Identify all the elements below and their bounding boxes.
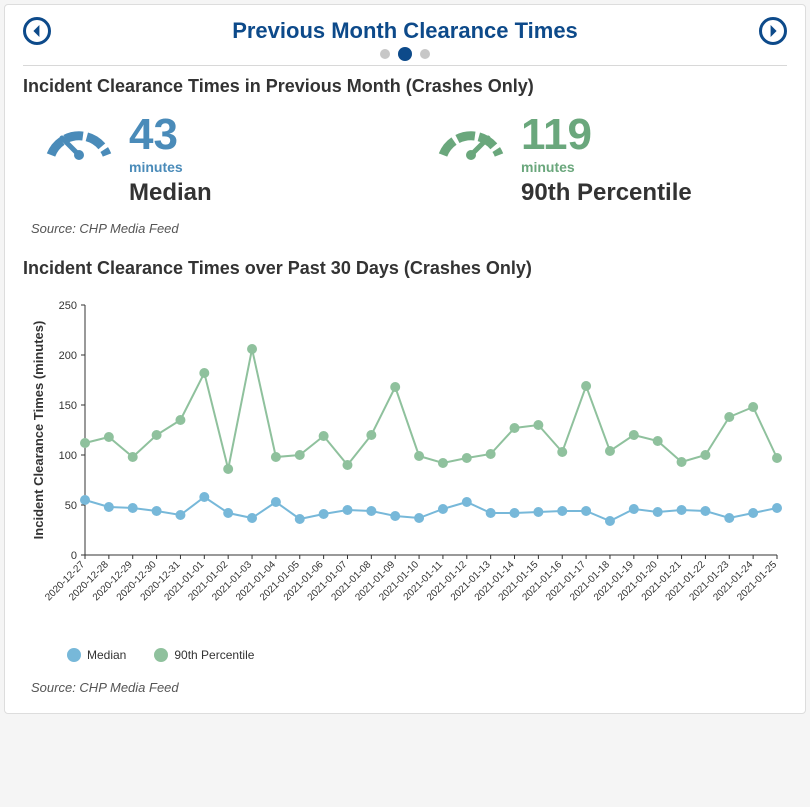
- svg-text:250: 250: [59, 300, 77, 312]
- line-chart: 0 50 100 150 200 250 Incident Clearance Times …: [27, 295, 787, 635]
- chart-legend: Median 90th Percentile: [27, 648, 787, 662]
- source-note-chart: Source: CHP Media Feed: [31, 680, 787, 695]
- page-dot[interactable]: [380, 49, 390, 59]
- kpi-pct-text: 119 minutes 90th Percentile: [521, 113, 692, 207]
- prev-page-button[interactable]: [23, 17, 51, 45]
- divider: [23, 65, 787, 66]
- kpi-median-unit: minutes: [129, 159, 212, 175]
- kpi-90th-percentile: 119 minutes 90th Percentile: [435, 113, 787, 207]
- page-indicator: [23, 49, 787, 61]
- legend-dot-icon: [154, 648, 168, 662]
- chevron-left-icon: [31, 25, 43, 37]
- legend-item-median: Median: [67, 648, 126, 662]
- svg-text:200: 200: [59, 350, 77, 362]
- chart-container: 0 50 100 150 200 250 Incident Clearance Times …: [23, 295, 787, 662]
- dashboard-card: Previous Month Clearance Times Incident …: [4, 4, 806, 714]
- legend-item-pct: 90th Percentile: [154, 648, 254, 662]
- legend-label-pct: 90th Percentile: [174, 648, 254, 662]
- page-dot-active[interactable]: [398, 47, 412, 61]
- legend-dot-icon: [67, 648, 81, 662]
- gauge-icon: [435, 113, 507, 163]
- chevron-right-icon: [767, 25, 779, 37]
- section-title-chart: Incident Clearance Times over Past 30 Da…: [23, 258, 787, 279]
- svg-text:0: 0: [71, 550, 77, 562]
- card-header: Previous Month Clearance Times: [23, 17, 787, 51]
- gauge-icon: [43, 113, 115, 163]
- kpi-pct-unit: minutes: [521, 159, 692, 175]
- kpi-pct-label: 90th Percentile: [521, 179, 692, 207]
- kpi-pct-value: 119: [521, 113, 692, 157]
- source-note-kpi: Source: CHP Media Feed: [31, 221, 787, 236]
- page-dot[interactable]: [420, 49, 430, 59]
- next-page-button[interactable]: [759, 17, 787, 45]
- kpi-median: 43 minutes Median: [43, 113, 395, 207]
- svg-text:150: 150: [59, 400, 77, 412]
- kpi-median-value: 43: [129, 113, 212, 157]
- legend-label-median: Median: [87, 648, 126, 662]
- svg-text:Incident Clearance Times (minu: Incident Clearance Times (minutes): [31, 321, 46, 540]
- svg-text:100: 100: [59, 450, 77, 462]
- svg-text:50: 50: [65, 500, 77, 512]
- kpi-median-text: 43 minutes Median: [129, 113, 212, 207]
- section-title-kpi: Incident Clearance Times in Previous Mon…: [23, 76, 787, 97]
- kpi-row: 43 minutes Median 119 minutes 90th Perce…: [23, 113, 787, 207]
- card-title: Previous Month Clearance Times: [51, 18, 759, 44]
- kpi-median-label: Median: [129, 179, 212, 207]
